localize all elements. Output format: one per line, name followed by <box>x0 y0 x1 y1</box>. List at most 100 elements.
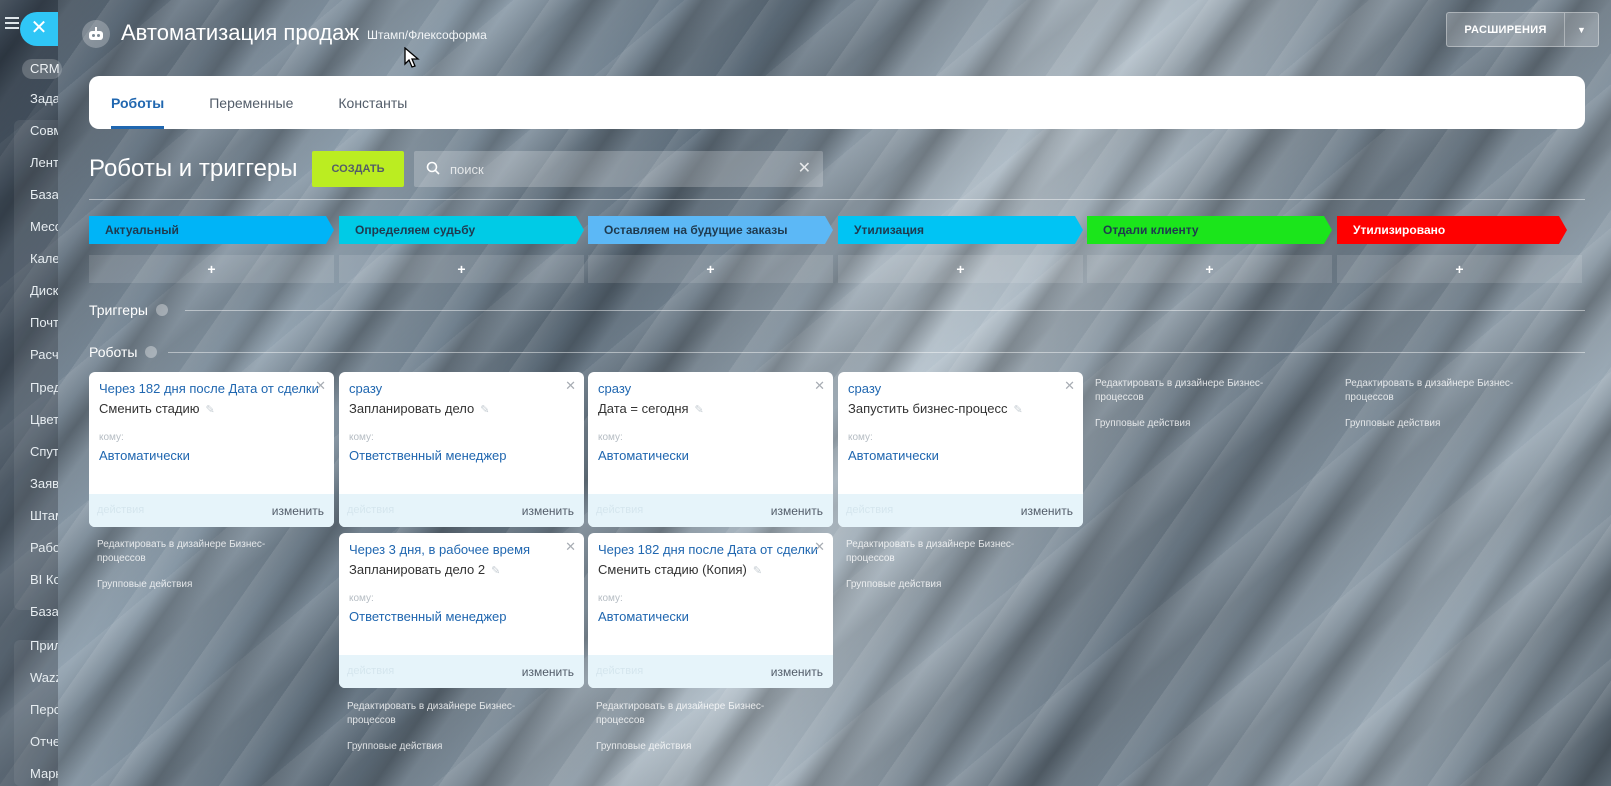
close-icon[interactable]: ✕ <box>814 378 825 394</box>
chevron-down-icon[interactable]: ▼ <box>1565 25 1598 35</box>
menu-item[interactable]: Персонал <box>30 702 58 717</box>
close-icon[interactable]: ✕ <box>565 539 576 555</box>
actions-label: действия <box>347 504 395 516</box>
close-icon[interactable]: ✕ <box>315 378 326 394</box>
menu-item[interactable]: Календарь <box>30 251 58 266</box>
menu-item[interactable]: Штамп <box>30 508 58 523</box>
bp-designer-link[interactable]: Редактировать в дизайнере Бизнес-процесс… <box>347 700 557 728</box>
page-title: Автоматизация продаж <box>121 20 360 45</box>
bp-designer-link[interactable]: Редактировать в дизайнере Бизнес-процесс… <box>97 538 307 566</box>
menu-item[interactable]: Совместная работа <box>30 123 58 138</box>
group-actions-link[interactable]: Групповые действия <box>846 578 1056 592</box>
bp-designer-link[interactable]: Редактировать в дизайнере Бизнес-процесс… <box>596 700 806 728</box>
robot-condition-link[interactable]: Через 3 дня, в рабочее время <box>349 542 571 557</box>
group-actions-link[interactable]: Групповые действия <box>1345 417 1555 431</box>
help-icon[interactable] <box>155 304 168 316</box>
edit-button[interactable]: изменить <box>771 504 823 518</box>
whom-label: кому: <box>349 593 374 604</box>
responsible-link[interactable]: Автоматически <box>99 448 190 463</box>
menu-item[interactable]: База знаний <box>30 187 58 202</box>
robot-card[interactable]: сразу ✕ Дата = сегодня ✎ кому: Автоматически д… <box>588 372 833 527</box>
menu-item[interactable]: Диск <box>30 283 58 298</box>
bp-designer-link[interactable]: Редактировать в дизайнере Бизнес-процесс… <box>1345 377 1555 405</box>
menu-item[interactable]: Приложения <box>30 638 58 653</box>
menu-item[interactable]: Отчеты <box>30 734 58 749</box>
robot-condition-link[interactable]: сразу <box>598 381 820 396</box>
edit-button[interactable]: изменить <box>522 504 574 518</box>
robot-card[interactable]: Через 3 дня, в рабочее время ✕ Запланирова… <box>339 533 584 688</box>
menu-item[interactable]: Работа <box>30 540 58 555</box>
edit-button[interactable]: изменить <box>272 504 324 518</box>
responsible-link[interactable]: Автоматически <box>598 609 689 624</box>
menu-item[interactable]: Предложения <box>30 380 58 395</box>
menu-item[interactable]: Заявки <box>30 476 58 491</box>
add-robot-button[interactable]: + <box>588 255 833 283</box>
help-icon[interactable] <box>145 346 158 358</box>
group-actions-link[interactable]: Групповые действия <box>596 740 806 754</box>
robot-name-text: Запланировать дело 2 <box>349 562 486 577</box>
hamburger-icon[interactable] <box>5 17 19 32</box>
robot-name: Сменить стадию ✎ <box>99 401 215 416</box>
robot-card[interactable]: Через 182 дня после Дата от сделки ✕ Смени… <box>588 533 833 688</box>
group-actions-link[interactable]: Групповые действия <box>1095 417 1305 431</box>
bp-designer-link[interactable]: Редактировать в дизайнере Бизнес-процесс… <box>846 538 1056 566</box>
bp-designer-link[interactable]: Редактировать в дизайнере Бизнес-процесс… <box>1095 377 1305 405</box>
bp-links: Редактировать в дизайнере Бизнес-процесс… <box>1095 377 1305 431</box>
robot-card[interactable]: Через 182 дня после Дата от сделки ✕ Смени… <box>89 372 334 527</box>
responsible-link[interactable]: Ответственный менеджер <box>349 448 507 463</box>
robot-card[interactable]: сразу ✕ Запланировать дело ✎ кому: Ответствен… <box>339 372 584 527</box>
tab-constants[interactable]: Константы <box>338 76 407 129</box>
pencil-icon[interactable]: ✎ <box>753 565 762 577</box>
close-icon[interactable]: ✕ <box>814 539 825 555</box>
close-slider-button[interactable]: ✕ <box>20 12 58 46</box>
menu-item[interactable]: Маркет <box>30 766 58 781</box>
robot-condition-link[interactable]: Через 182 дня после Дата от сделки <box>99 381 321 396</box>
robot-condition-link[interactable]: Через 182 дня после Дата от сделки <box>598 542 820 557</box>
menu-item[interactable]: Цветы <box>30 412 58 427</box>
section-title: Роботы и триггеры <box>89 155 298 182</box>
close-icon[interactable]: ✕ <box>565 378 576 394</box>
extensions-button[interactable]: РАСШИРЕНИЯ ▼ <box>1446 12 1599 47</box>
edit-button[interactable]: изменить <box>1021 504 1073 518</box>
add-robot-button[interactable]: + <box>1337 255 1582 283</box>
search-input[interactable] <box>450 159 780 179</box>
add-robot-button[interactable]: + <box>339 255 584 283</box>
edit-button[interactable]: изменить <box>771 665 823 679</box>
bp-links: Редактировать в дизайнере Бизнес-процесс… <box>596 700 806 754</box>
robot-condition-link[interactable]: сразу <box>349 381 571 396</box>
whom-label: кому: <box>99 432 124 443</box>
responsible-link[interactable]: Автоматически <box>848 448 939 463</box>
menu-item[interactable]: Мессенджер <box>30 219 58 234</box>
robot-condition-link[interactable]: сразу <box>848 381 1070 396</box>
menu-item[interactable]: Расчеты <box>30 347 58 362</box>
pencil-icon[interactable]: ✎ <box>491 565 500 577</box>
menu-item[interactable]: Почта <box>30 315 58 330</box>
pencil-icon[interactable]: ✎ <box>205 404 214 416</box>
stage-header: Определяем судьбу <box>339 216 584 244</box>
clear-search-icon[interactable]: ✕ <box>798 158 811 178</box>
menu-item[interactable]: BI Конструктор <box>30 572 58 587</box>
pencil-icon[interactable]: ✎ <box>480 404 489 416</box>
add-robot-button[interactable]: + <box>838 255 1083 283</box>
menu-item[interactable]: Задачи <box>30 91 58 106</box>
background-crm-menu: CRM Задачи Совместная работа Лента База зна… <box>0 0 62 786</box>
group-actions-link[interactable]: Групповые действия <box>97 578 307 592</box>
menu-item[interactable]: Спутники <box>30 444 58 459</box>
menu-item[interactable]: База <box>30 604 58 619</box>
menu-item[interactable]: Wazzup <box>30 670 58 685</box>
add-robot-button[interactable]: + <box>89 255 334 283</box>
responsible-link[interactable]: Ответственный менеджер <box>349 609 507 624</box>
menu-item[interactable]: Лента <box>30 155 58 170</box>
robot-card[interactable]: сразу ✕ Запустить бизнес-процесс ✎ кому: Авто… <box>838 372 1083 527</box>
crm-badge[interactable]: CRM <box>22 59 62 79</box>
edit-button[interactable]: изменить <box>522 665 574 679</box>
tab-robots[interactable]: Роботы <box>111 76 165 129</box>
add-robot-button[interactable]: + <box>1087 255 1332 283</box>
create-button[interactable]: СОЗДАТЬ <box>312 151 404 187</box>
responsible-link[interactable]: Автоматически <box>598 448 689 463</box>
pencil-icon[interactable]: ✎ <box>1013 404 1022 416</box>
close-icon[interactable]: ✕ <box>1064 378 1075 394</box>
group-actions-link[interactable]: Групповые действия <box>347 740 557 754</box>
tab-variables[interactable]: Переменные <box>209 76 293 129</box>
pencil-icon[interactable]: ✎ <box>695 404 704 416</box>
